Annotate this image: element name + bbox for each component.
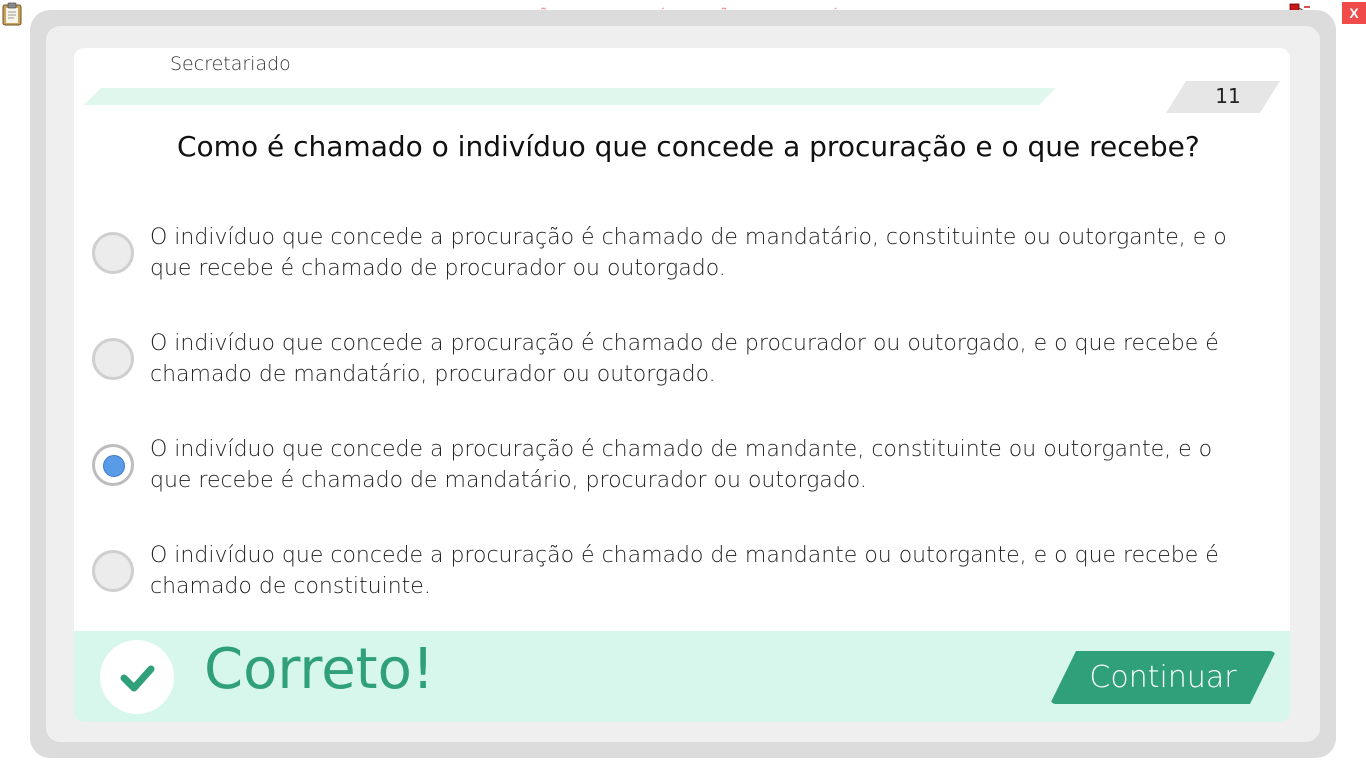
check-circle <box>100 640 174 714</box>
app-root: VERSÃO PARA FUNCIONÁRIOS - NÃO COMERCIAL… <box>0 0 1366 768</box>
quiz-card: Secretariado 11 Como é chamado o indivíd… <box>74 48 1290 722</box>
answer-option-4[interactable]: O indivíduo que concede a procuração é c… <box>92 540 1252 610</box>
answer-option-text: O indivíduo que concede a procuração é c… <box>150 331 1219 387</box>
answer-option-text: O indivíduo que concede a procuração é c… <box>150 225 1227 281</box>
answer-option-3[interactable]: O indivíduo que concede a procuração é c… <box>92 434 1252 504</box>
radio-button[interactable] <box>92 550 134 592</box>
radio-button-selected[interactable] <box>92 444 134 486</box>
progress-remaining <box>1039 88 1189 105</box>
radio-button[interactable] <box>92 338 134 380</box>
radio-button[interactable] <box>92 232 134 274</box>
close-button[interactable]: X <box>1342 2 1366 24</box>
feedback-message: Correto! <box>204 637 435 702</box>
question-number: 11 <box>1215 84 1241 108</box>
answer-option-text: O indivíduo que concede a procuração é c… <box>150 543 1219 599</box>
answer-option-1[interactable]: O indivíduo que concede a procuração é c… <box>92 222 1252 292</box>
answer-option-text: O indivíduo que concede a procuração é c… <box>150 437 1213 493</box>
continue-button[interactable]: Continuar <box>1050 651 1276 704</box>
answer-option-2[interactable]: O indivíduo que concede a procuração é c… <box>92 328 1252 398</box>
feedback-bar: Correto! Continuar <box>74 631 1290 722</box>
continue-button-label: Continuar <box>1089 660 1237 695</box>
progress-bar <box>84 88 1194 105</box>
subject-title: Secretariado <box>170 53 291 75</box>
radio-selected-dot <box>103 455 125 477</box>
clipboard-icon[interactable] <box>2 2 22 26</box>
check-icon <box>100 665 174 718</box>
question-text: Como é chamado o indivíduo que concede a… <box>177 130 1200 163</box>
